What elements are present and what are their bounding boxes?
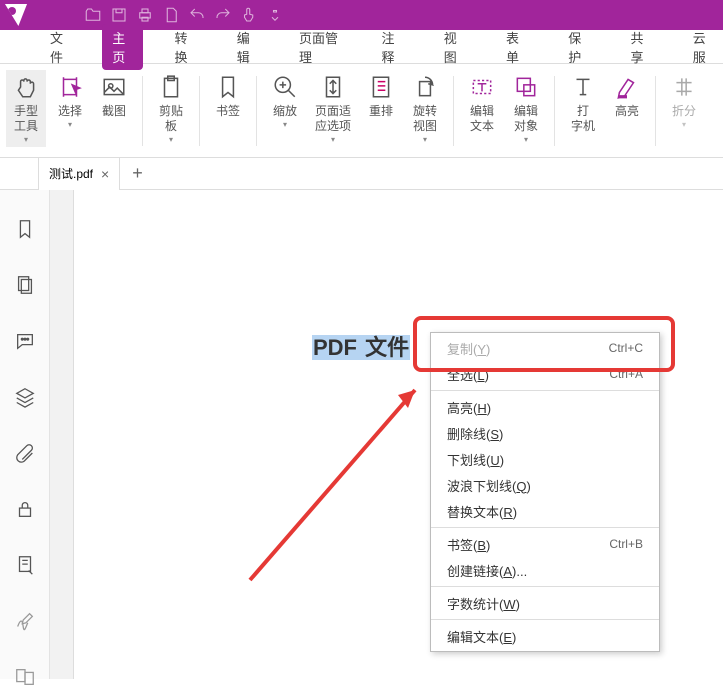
ribbon-separator xyxy=(554,76,555,146)
selected-text[interactable]: PDF 文件 xyxy=(312,330,410,362)
drop-icon: ▾ xyxy=(331,135,335,145)
side-panel xyxy=(0,190,50,679)
sign-panel-icon[interactable] xyxy=(14,610,36,632)
document-tab[interactable]: 测试.pdf × xyxy=(38,158,120,190)
drop-icon: ▾ xyxy=(24,135,28,145)
context-menu-item: 复制(Y)Ctrl+C xyxy=(431,335,659,361)
fields-panel-icon[interactable] xyxy=(14,554,36,576)
close-icon[interactable]: × xyxy=(101,166,109,182)
context-menu-item[interactable]: 编辑文本(E) xyxy=(431,623,659,649)
ribbon-separator xyxy=(655,76,656,146)
context-menu-item[interactable]: 替换文本(R) xyxy=(431,498,659,524)
edit-object-label: 编辑 对象 xyxy=(514,104,538,134)
drop-icon: ▾ xyxy=(169,135,173,145)
hand-tool-label: 手型 工具 xyxy=(14,104,38,134)
ribbon-separator xyxy=(142,76,143,146)
context-menu-item[interactable]: 下划线(U) xyxy=(431,446,659,472)
menu-cloud[interactable]: 云服 xyxy=(683,24,723,70)
ribbon: 手型 工具 ▾ 选择 ▾ 截图 剪贴 板 ▾ 书签 缩放 ▾ 页面适 应选项 ▾… xyxy=(0,64,723,158)
ribbon-separator xyxy=(256,76,257,146)
context-menu-item[interactable]: 书签(B)Ctrl+B xyxy=(431,531,659,557)
context-menu-separator xyxy=(431,390,659,391)
security-panel-icon[interactable] xyxy=(14,498,36,520)
menu-convert[interactable]: 转换 xyxy=(165,24,205,70)
typewriter-button[interactable]: 打 字机 xyxy=(563,70,603,136)
bookmark-button[interactable]: 书签 xyxy=(208,70,248,121)
layers-panel-icon[interactable] xyxy=(14,386,36,408)
context-menu-item[interactable]: 删除线(S) xyxy=(431,420,659,446)
ribbon-separator xyxy=(199,76,200,146)
bookmark-label: 书签 xyxy=(216,104,240,119)
highlight-label: 高亮 xyxy=(615,104,639,119)
pagefit-button[interactable]: 页面适 应选项 ▾ xyxy=(309,70,357,147)
menu-comment[interactable]: 注释 xyxy=(371,24,411,70)
edit-text-button[interactable]: 编辑 文本 xyxy=(462,70,502,136)
menu-file[interactable]: 文件 xyxy=(40,24,80,70)
context-menu-item[interactable]: 波浪下划线(Q) xyxy=(431,472,659,498)
attachments-panel-icon[interactable] xyxy=(14,442,36,464)
new-icon[interactable] xyxy=(160,4,182,26)
save-icon[interactable] xyxy=(108,4,130,26)
typewriter-label: 打 字机 xyxy=(571,104,595,134)
collapse-button[interactable]: 折分 ▾ xyxy=(664,70,704,132)
select-label: 选择 xyxy=(58,104,82,119)
menu-pagemanage[interactable]: 页面管理 xyxy=(289,24,349,70)
compare-panel-icon[interactable] xyxy=(14,666,36,688)
selected-text-part2: 文件 xyxy=(364,335,410,360)
drop-icon: ▾ xyxy=(682,120,686,130)
undo-icon[interactable] xyxy=(186,4,208,26)
selected-text-part1: PDF xyxy=(312,335,364,360)
document-tabs: 测试.pdf × + xyxy=(0,158,723,190)
pagefit-label: 页面适 应选项 xyxy=(315,104,351,134)
rotate-button[interactable]: 旋转 视图 ▾ xyxy=(405,70,445,147)
context-menu-item[interactable]: 创建链接(A)... xyxy=(431,557,659,583)
zoom-button[interactable]: 缩放 ▾ xyxy=(265,70,305,132)
clipboard-label: 剪贴 板 xyxy=(159,104,183,134)
context-menu-separator xyxy=(431,586,659,587)
context-menu-item[interactable]: 全选(L)Ctrl+A xyxy=(431,361,659,387)
drop-icon: ▾ xyxy=(423,135,427,145)
hand-tool-button[interactable]: 手型 工具 ▾ xyxy=(6,70,46,147)
menu-bar: 文件 主页 转换 编辑 页面管理 注释 视图 表单 保护 共享 云服 xyxy=(0,30,723,64)
drop-icon: ▾ xyxy=(524,135,528,145)
print-icon[interactable] xyxy=(134,4,156,26)
bookmarks-panel-icon[interactable] xyxy=(14,218,36,240)
reflow-label: 重排 xyxy=(369,104,393,119)
menu-protect[interactable]: 保护 xyxy=(558,24,598,70)
snapshot-label: 截图 xyxy=(102,104,126,119)
menu-view[interactable]: 视图 xyxy=(434,24,474,70)
edit-text-label: 编辑 文本 xyxy=(470,104,494,134)
menu-form[interactable]: 表单 xyxy=(496,24,536,70)
drop-icon: ▾ xyxy=(283,120,287,130)
menu-share[interactable]: 共享 xyxy=(620,24,660,70)
reflow-button[interactable]: 重排 xyxy=(361,70,401,121)
redo-icon[interactable] xyxy=(212,4,234,26)
title-bar xyxy=(0,0,723,30)
touch-icon[interactable] xyxy=(238,4,260,26)
customize-icon[interactable] xyxy=(264,4,286,26)
app-logo-icon xyxy=(4,3,28,27)
context-menu-item[interactable]: 高亮(H) xyxy=(431,394,659,420)
context-menu-separator xyxy=(431,619,659,620)
clipboard-button[interactable]: 剪贴 板 ▾ xyxy=(151,70,191,147)
snapshot-button[interactable]: 截图 xyxy=(94,70,134,121)
open-icon[interactable] xyxy=(82,4,104,26)
menu-edit[interactable]: 编辑 xyxy=(227,24,267,70)
ribbon-separator xyxy=(453,76,454,146)
zoom-label: 缩放 xyxy=(273,104,297,119)
new-tab-button[interactable]: + xyxy=(120,163,155,184)
tab-title: 测试.pdf xyxy=(49,165,93,182)
rotate-label: 旋转 视图 xyxy=(413,104,437,134)
highlight-button[interactable]: 高亮 xyxy=(607,70,647,121)
context-menu-item[interactable]: 字数统计(W) xyxy=(431,590,659,616)
select-button[interactable]: 选择 ▾ xyxy=(50,70,90,132)
context-menu-separator xyxy=(431,527,659,528)
context-menu: 复制(Y)Ctrl+C全选(L)Ctrl+A 高亮(H)删除线(S)下划线(U)波… xyxy=(430,332,660,652)
collapse-label: 折分 xyxy=(672,104,696,119)
comments-panel-icon[interactable] xyxy=(14,330,36,352)
menu-home[interactable]: 主页 xyxy=(102,24,142,70)
drop-icon: ▾ xyxy=(68,120,72,130)
pages-panel-icon[interactable] xyxy=(14,274,36,296)
edit-object-button[interactable]: 编辑 对象 ▾ xyxy=(506,70,546,147)
